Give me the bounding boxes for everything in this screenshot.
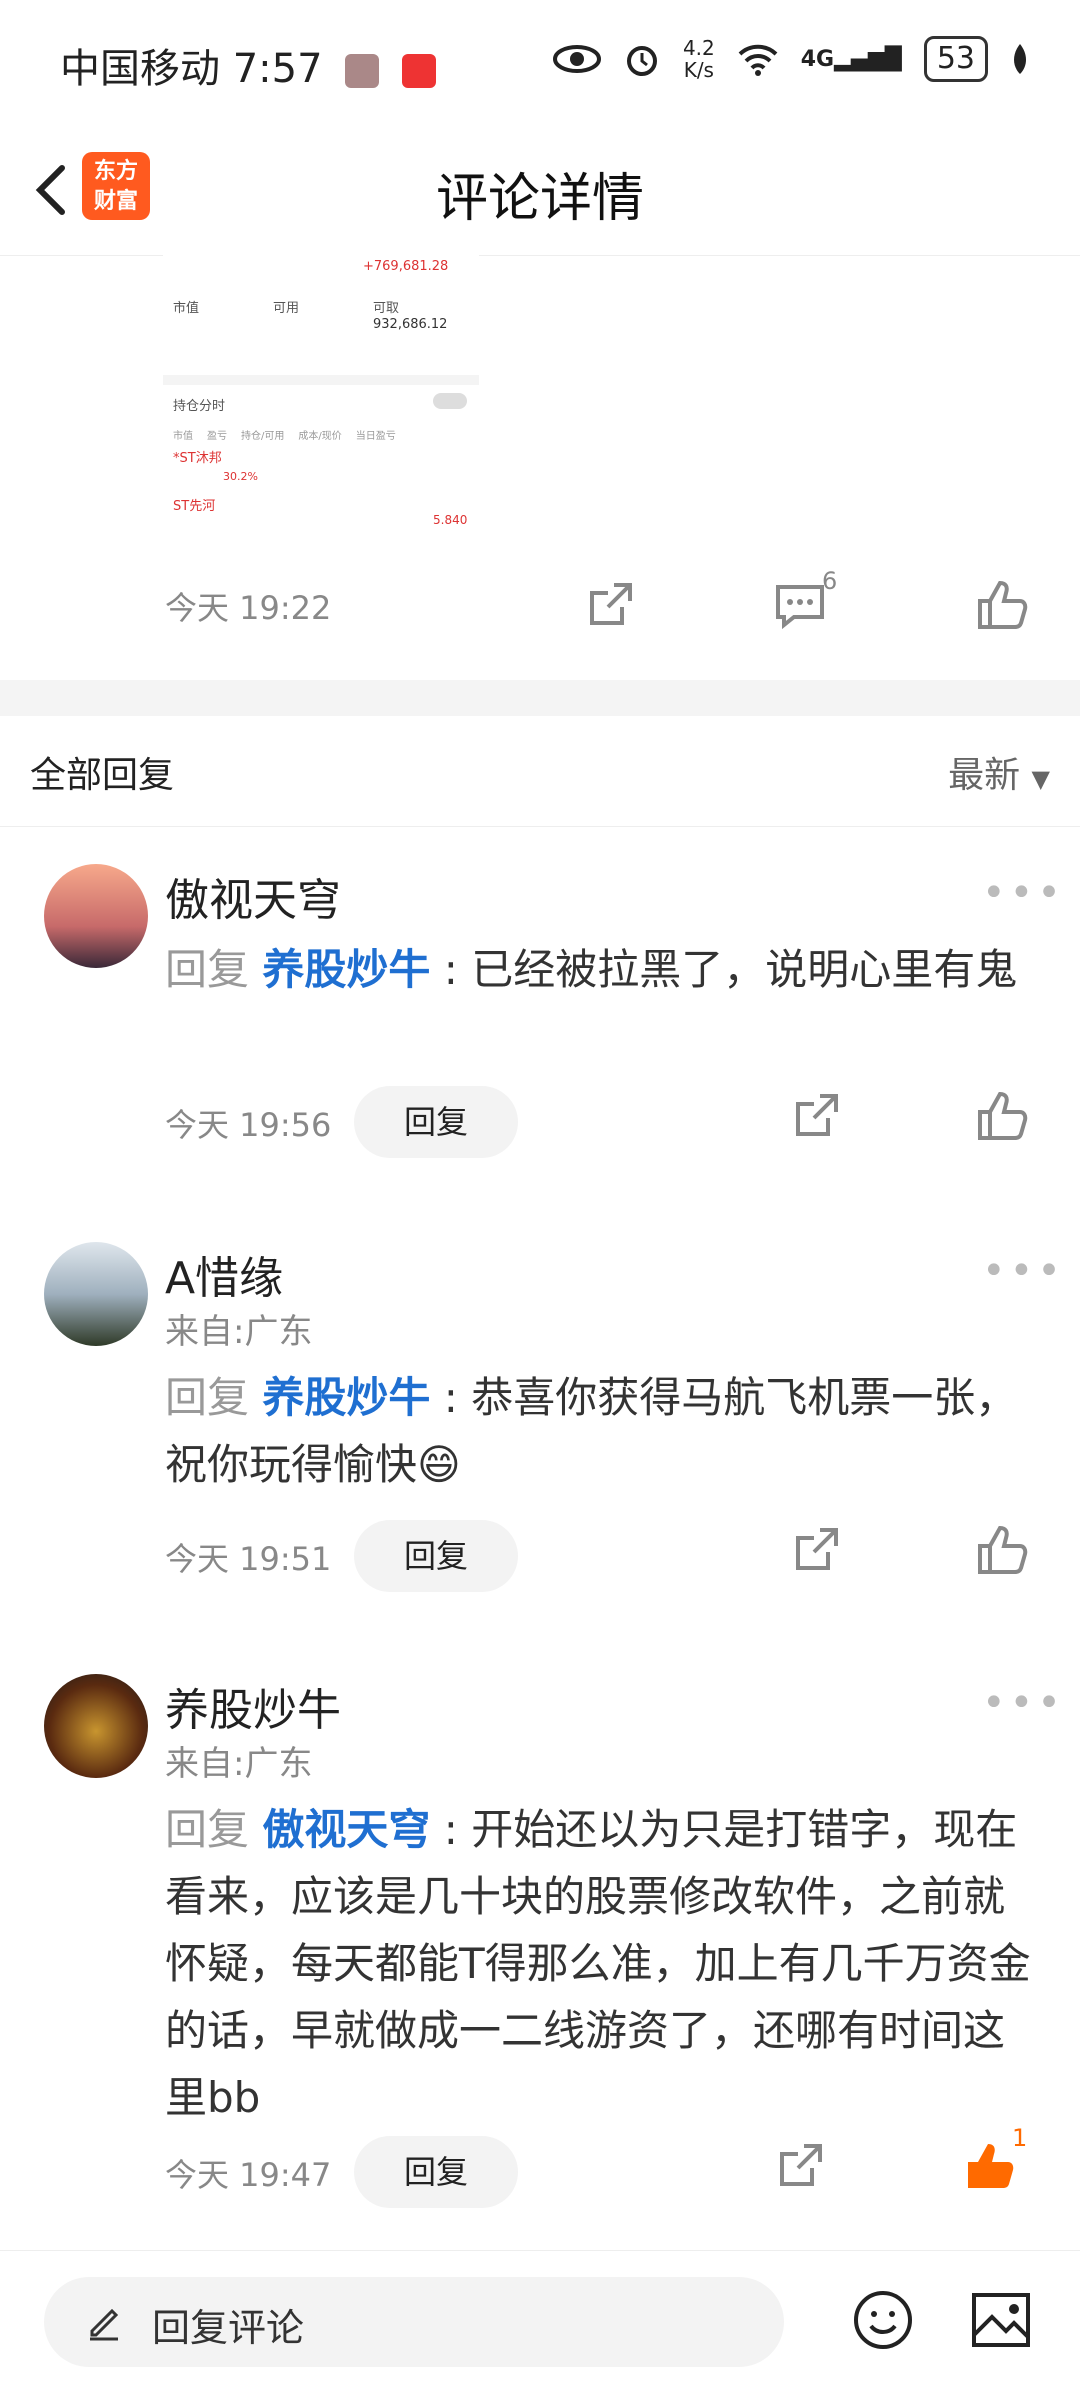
label-available: 可用 bbox=[273, 301, 300, 316]
status-icons: 4.2 K/s 4G▂▄▆█ 53 bbox=[552, 36, 1030, 82]
liked-icon[interactable] bbox=[960, 2136, 1020, 2196]
eye-icon bbox=[552, 45, 601, 73]
pencil-icon bbox=[90, 2308, 119, 2341]
comment-text: 回复 养股炒牛 : 恭喜你获得马航飞机票一张，祝你玩得愉快😄 bbox=[165, 1373, 1018, 1489]
more-icon[interactable]: ••• bbox=[982, 1248, 1065, 1294]
total-profit: +769,681.28 bbox=[363, 259, 449, 274]
share-icon[interactable] bbox=[770, 2136, 830, 2196]
toutiao-notification-icon bbox=[401, 54, 436, 88]
share-icon[interactable] bbox=[786, 1086, 846, 1146]
holding-row-1: *ST沐邦 bbox=[173, 451, 222, 466]
holding-row-2-extra: 5.840 bbox=[433, 513, 468, 527]
replies-header: 全部回复 最新 ▼ bbox=[0, 716, 1080, 827]
all-replies-label: 全部回复 bbox=[30, 755, 175, 796]
avatar[interactable] bbox=[44, 1242, 148, 1346]
carrier-time: 中国移动 7:57 bbox=[60, 36, 436, 94]
mention-link[interactable]: 傲视天穹 bbox=[262, 1805, 430, 1854]
like-icon[interactable] bbox=[972, 1086, 1032, 1146]
comment-author[interactable]: 养股炒牛 bbox=[165, 1674, 341, 1738]
top-nav: 东方 财富 评论详情 bbox=[0, 130, 1080, 256]
bottom-bar: 回复评论 bbox=[0, 2250, 1080, 2389]
comment-item: 傲视天穹 ••• 回复 养股炒牛 : 已经被拉黑了，说明心里有鬼 今天 19:5… bbox=[0, 850, 1080, 1180]
holding-row-2: ST先河 bbox=[173, 499, 216, 514]
image-icon[interactable] bbox=[970, 2291, 1032, 2349]
post-image[interactable]: +769,681.28 市值 可用 可取 932,686.12 持仓分时 市值盈… bbox=[163, 255, 479, 535]
avatar[interactable] bbox=[44, 1674, 148, 1778]
section-separator bbox=[0, 680, 1080, 716]
holding-row-1-extra: 30.2% bbox=[223, 470, 258, 483]
status-bar: 中国移动 7:57 4.2 K/s 4G▂▄▆█ 53 bbox=[0, 0, 1080, 130]
avatar[interactable] bbox=[44, 864, 148, 968]
like-icon[interactable] bbox=[972, 575, 1032, 635]
reply-button[interactable]: 回复 bbox=[354, 1520, 518, 1592]
post-meta: 今天 19:22 6 bbox=[0, 567, 1080, 635]
app-notification-icon bbox=[345, 54, 380, 88]
wifi-icon bbox=[738, 44, 778, 76]
emoji-icon[interactable] bbox=[852, 2289, 914, 2351]
alarm-icon bbox=[626, 46, 657, 76]
comment-count: 6 bbox=[822, 567, 838, 595]
reply-placeholder: 回复评论 bbox=[152, 2306, 305, 2350]
toggle-label: 持仓分时 bbox=[173, 399, 226, 414]
leaf-icon bbox=[1014, 44, 1026, 74]
like-count: 1 bbox=[1012, 2124, 1028, 2152]
comment-time: 今天 19:47 bbox=[165, 2156, 332, 2194]
label-market-value: 市值 bbox=[173, 301, 200, 316]
withdrawable-value: 932,686.12 bbox=[373, 317, 448, 332]
comment-author[interactable]: A惜缘 bbox=[165, 1242, 283, 1306]
mention-link[interactable]: 养股炒牛 bbox=[262, 945, 430, 994]
page-title: 评论详情 bbox=[435, 169, 644, 229]
share-icon[interactable] bbox=[580, 575, 640, 635]
post-time: 今天 19:22 bbox=[165, 589, 332, 627]
network-speed: 4.2 K/s bbox=[682, 36, 715, 82]
share-icon[interactable] bbox=[786, 1520, 846, 1580]
comment-time: 今天 19:51 bbox=[165, 1540, 332, 1578]
toggle-switch bbox=[433, 393, 467, 409]
comment-text: 回复 傲视天穹 : 开始还以为只是打错字，现在看来，应该是几十块的股票修改软件，… bbox=[165, 1805, 1031, 2122]
comment-item: A惜缘 来自:广东 ••• 回复 养股炒牛 : 恭喜你获得马航飞机票一张，祝你玩… bbox=[0, 1228, 1080, 1608]
comment-item: 养股炒牛 来自:广东 ••• 回复 傲视天穹 : 开始还以为只是打错字，现在看来… bbox=[0, 1660, 1080, 2220]
more-icon[interactable]: ••• bbox=[982, 870, 1065, 916]
reply-button[interactable]: 回复 bbox=[354, 2136, 518, 2208]
signal-icon: 4G▂▄▆█ bbox=[800, 46, 902, 72]
more-icon[interactable]: ••• bbox=[982, 1680, 1065, 1726]
battery-icon: 53 bbox=[923, 36, 988, 82]
mention-link[interactable]: 养股炒牛 bbox=[262, 1373, 430, 1422]
holdings-table-header: 市值 盈亏 持仓/可用 成本/现价 当日盈亏 bbox=[173, 431, 396, 442]
label-withdrawable: 可取 bbox=[373, 301, 400, 316]
comment-time: 今天 19:56 bbox=[165, 1106, 332, 1144]
comment-location: 来自:广东 bbox=[165, 1312, 313, 1352]
sort-dropdown[interactable]: 最新 ▼ bbox=[948, 746, 1050, 798]
dropdown-arrow-icon: ▼ bbox=[1031, 765, 1050, 793]
comment-author[interactable]: 傲视天穹 bbox=[165, 864, 341, 928]
comment-text: 回复 养股炒牛 : 已经被拉黑了，说明心里有鬼 bbox=[165, 945, 1018, 994]
reply-button[interactable]: 回复 bbox=[354, 1086, 518, 1158]
like-icon[interactable] bbox=[972, 1520, 1032, 1580]
reply-input[interactable]: 回复评论 bbox=[44, 2277, 784, 2367]
image-divider bbox=[163, 375, 479, 385]
comment-icon[interactable] bbox=[770, 575, 830, 635]
comment-location: 来自:广东 bbox=[165, 1744, 313, 1784]
